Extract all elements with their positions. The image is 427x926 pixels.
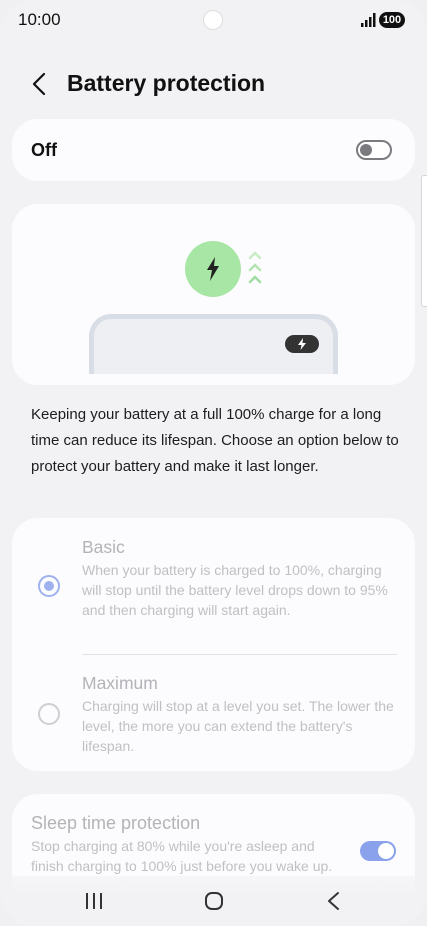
- sleep-protection-desc: Stop charging at 80% while you're asleep…: [31, 838, 333, 874]
- radio-maximum[interactable]: [38, 703, 60, 725]
- master-toggle-label: Off: [31, 140, 57, 160]
- option-title-maximum: Maximum: [82, 673, 158, 693]
- home-icon[interactable]: [204, 891, 224, 911]
- battery-badge: 100: [379, 12, 405, 28]
- option-desc-maximum: Charging will stop at a level you set. T…: [82, 698, 394, 754]
- option-title-basic: Basic: [82, 537, 125, 557]
- charging-chevrons-icon: [248, 251, 262, 284]
- scroll-handle[interactable]: [421, 175, 427, 307]
- battery-illustration: [12, 204, 415, 385]
- page-title: Battery protection: [67, 70, 266, 96]
- toggle-knob: [378, 843, 394, 859]
- description-text: Keeping your battery at a full 100% char…: [31, 406, 399, 475]
- mini-battery-icon: [285, 335, 319, 353]
- nav-back-icon[interactable]: [324, 890, 344, 912]
- recents-icon[interactable]: [84, 892, 104, 910]
- navigation-bar: [0, 876, 427, 926]
- status-time: 10:00: [18, 10, 61, 29]
- divider: [82, 654, 397, 655]
- status-bar: 10:00 100: [0, 0, 427, 40]
- bolt-icon: [207, 257, 219, 281]
- back-icon[interactable]: [26, 70, 54, 98]
- camera-cutout: [203, 10, 223, 30]
- mini-bolt-icon: [298, 338, 306, 350]
- charging-circle: [185, 241, 241, 297]
- signal-icon: [361, 13, 376, 27]
- phone-illustration: [89, 314, 338, 374]
- master-toggle-switch[interactable]: [356, 140, 392, 160]
- option-desc-basic: When your battery is charged to 100%, ch…: [82, 562, 388, 618]
- phone-screen: 10:00 100 Battery protection Off Keeping…: [0, 0, 427, 926]
- radio-dot: [44, 581, 54, 591]
- header: Battery protection: [0, 60, 427, 110]
- sleep-protection-title: Sleep time protection: [31, 813, 201, 833]
- protection-options: Basic When your battery is charged to 10…: [12, 518, 415, 771]
- master-toggle-row[interactable]: Off: [12, 119, 415, 181]
- sleep-protection-switch[interactable]: [360, 841, 396, 861]
- toggle-knob: [360, 144, 372, 156]
- radio-basic[interactable]: [38, 575, 60, 597]
